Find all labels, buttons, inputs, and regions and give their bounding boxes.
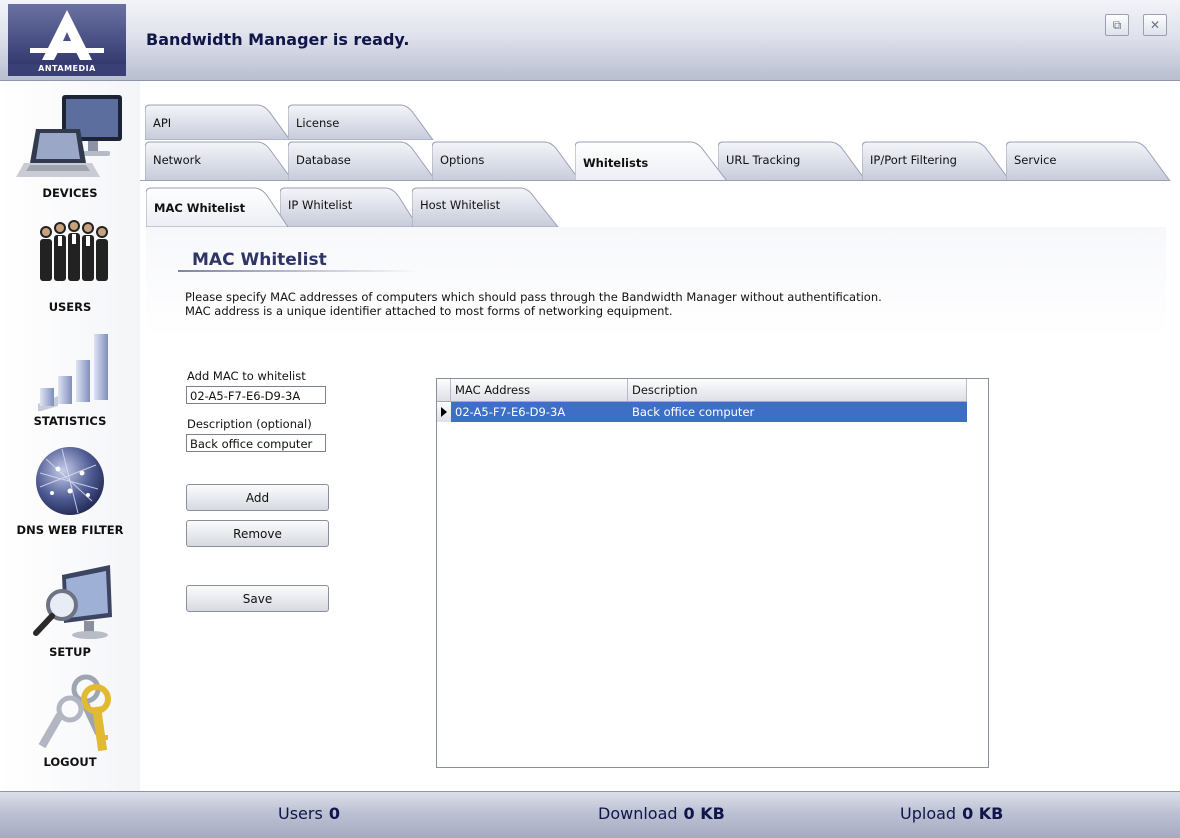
tab-label: API	[153, 116, 172, 130]
restore-icon: ⧉	[1112, 18, 1122, 32]
save-button[interactable]: Save	[186, 585, 329, 612]
download-value: 0 KB	[683, 804, 725, 823]
users-stat: Users 0	[278, 804, 340, 823]
tab-database[interactable]: Database	[288, 141, 438, 181]
upload-stat: Upload 0 KB	[900, 804, 1003, 823]
keys-icon	[38, 674, 111, 752]
restore-button[interactable]: ⧉	[1105, 14, 1129, 36]
sidebar-item-label: SETUP	[49, 645, 91, 659]
sidebar-item-setup[interactable]: SETUP	[0, 561, 140, 661]
tab-service[interactable]: Service	[1006, 141, 1176, 181]
monitor-magnifier-icon	[33, 565, 112, 639]
mac-input[interactable]: 02-A5-F7-E6-D9-3A	[186, 386, 326, 404]
tab-baseline	[140, 180, 1170, 181]
section-title: MAC Whitelist	[192, 250, 327, 270]
grid-corner-cell	[437, 379, 451, 401]
mac-field-label: Add MAC to whitelist	[187, 369, 306, 383]
sidebar-item-label: LOGOUT	[43, 755, 97, 769]
remove-button[interactable]: Remove	[186, 520, 329, 547]
tab-label: MAC Whitelist	[154, 201, 246, 215]
tab-label: Service	[1014, 153, 1057, 167]
cell-description[interactable]: Back office computer	[628, 402, 967, 422]
tab-whitelists[interactable]: Whitelists	[575, 141, 730, 181]
sidebar-item-label: STATISTICS	[33, 414, 107, 428]
tab-license[interactable]: License	[288, 104, 438, 140]
tab-label: IP/Port Filtering	[870, 153, 957, 167]
tab-label: Host Whitelist	[420, 198, 501, 212]
sidebar: DEVICES USERS STATISTICS DNS WEB FILTER …	[0, 81, 140, 791]
sidebar-item-dns-web-filter[interactable]: DNS WEB FILTER	[0, 443, 140, 543]
description-input[interactable]: Back office computer	[186, 434, 326, 452]
users-value: 0	[328, 804, 340, 823]
cell-mac-address[interactable]: 02-A5-F7-E6-D9-3A	[451, 402, 628, 422]
tab-label: Whitelists	[583, 156, 649, 170]
bar-chart-icon	[38, 334, 108, 412]
logo-text: ANTAMEDIA	[38, 64, 96, 73]
status-title: Bandwidth Manager is ready.	[146, 30, 410, 49]
sidebar-item-label: DNS WEB FILTER	[16, 523, 124, 537]
tab-api[interactable]: API	[145, 104, 295, 140]
sidebar-item-label: DEVICES	[42, 186, 98, 200]
row-header	[437, 402, 452, 422]
antamedia-logo: ANTAMEDIA	[8, 4, 126, 76]
close-icon: ✕	[1149, 18, 1161, 32]
upload-value: 0 KB	[962, 804, 1004, 823]
table-row[interactable]: 02-A5-F7-E6-D9-3A Back office computer	[437, 402, 967, 422]
sidebar-item-devices[interactable]: DEVICES	[0, 91, 140, 206]
tab-host-whitelist[interactable]: Host Whitelist	[412, 187, 562, 227]
mac-whitelist-grid[interactable]: MAC Address Description 02-A5-F7-E6-D9-3…	[436, 378, 989, 768]
row-pointer-icon	[441, 407, 447, 417]
users-label: Users	[278, 804, 323, 823]
tab-label: IP Whitelist	[288, 198, 353, 212]
column-header-description[interactable]: Description	[628, 379, 967, 401]
globe-network-icon	[36, 447, 104, 515]
download-label: Download	[598, 804, 678, 823]
sidebar-item-users[interactable]: USERS	[0, 214, 140, 319]
column-header-mac-address[interactable]: MAC Address	[451, 379, 628, 401]
tab-label: Options	[440, 153, 485, 167]
tab-url-tracking[interactable]: URL Tracking	[718, 141, 868, 181]
sidebar-item-logout[interactable]: LOGOUT	[0, 673, 140, 773]
tab-label: Database	[296, 153, 351, 167]
tab-mac-whitelist[interactable]: MAC Whitelist	[146, 187, 291, 227]
add-button[interactable]: Add	[186, 484, 329, 511]
tab-label: License	[296, 116, 340, 130]
tab-network[interactable]: Network	[145, 141, 295, 181]
people-group-icon	[40, 220, 108, 281]
close-button[interactable]: ✕	[1143, 14, 1167, 36]
tab-ip-port-filtering[interactable]: IP/Port Filtering	[862, 141, 1012, 181]
sidebar-item-label: USERS	[48, 300, 92, 314]
grid-header: MAC Address Description	[437, 379, 967, 402]
description-line: MAC address is a unique identifier attac…	[185, 304, 673, 318]
description-field-label: Description (optional)	[187, 417, 312, 431]
title-bar: ANTAMEDIA Bandwidth Manager is ready. ⧉ …	[0, 0, 1180, 81]
download-stat: Download 0 KB	[598, 804, 725, 823]
status-footer: Users 0 Download 0 KB Upload 0 KB	[0, 791, 1180, 838]
laptop-monitor-icon	[16, 95, 122, 177]
tab-label: Network	[153, 153, 202, 167]
section-title-underline	[178, 270, 418, 272]
upload-label: Upload	[900, 804, 957, 823]
tab-label: URL Tracking	[726, 153, 801, 167]
tab-ip-whitelist[interactable]: IP Whitelist	[280, 187, 420, 227]
section-description: Please specify MAC addresses of computer…	[185, 290, 882, 318]
tab-options[interactable]: Options	[432, 141, 582, 181]
description-line: Please specify MAC addresses of computer…	[185, 290, 882, 304]
sidebar-item-statistics[interactable]: STATISTICS	[0, 326, 140, 436]
